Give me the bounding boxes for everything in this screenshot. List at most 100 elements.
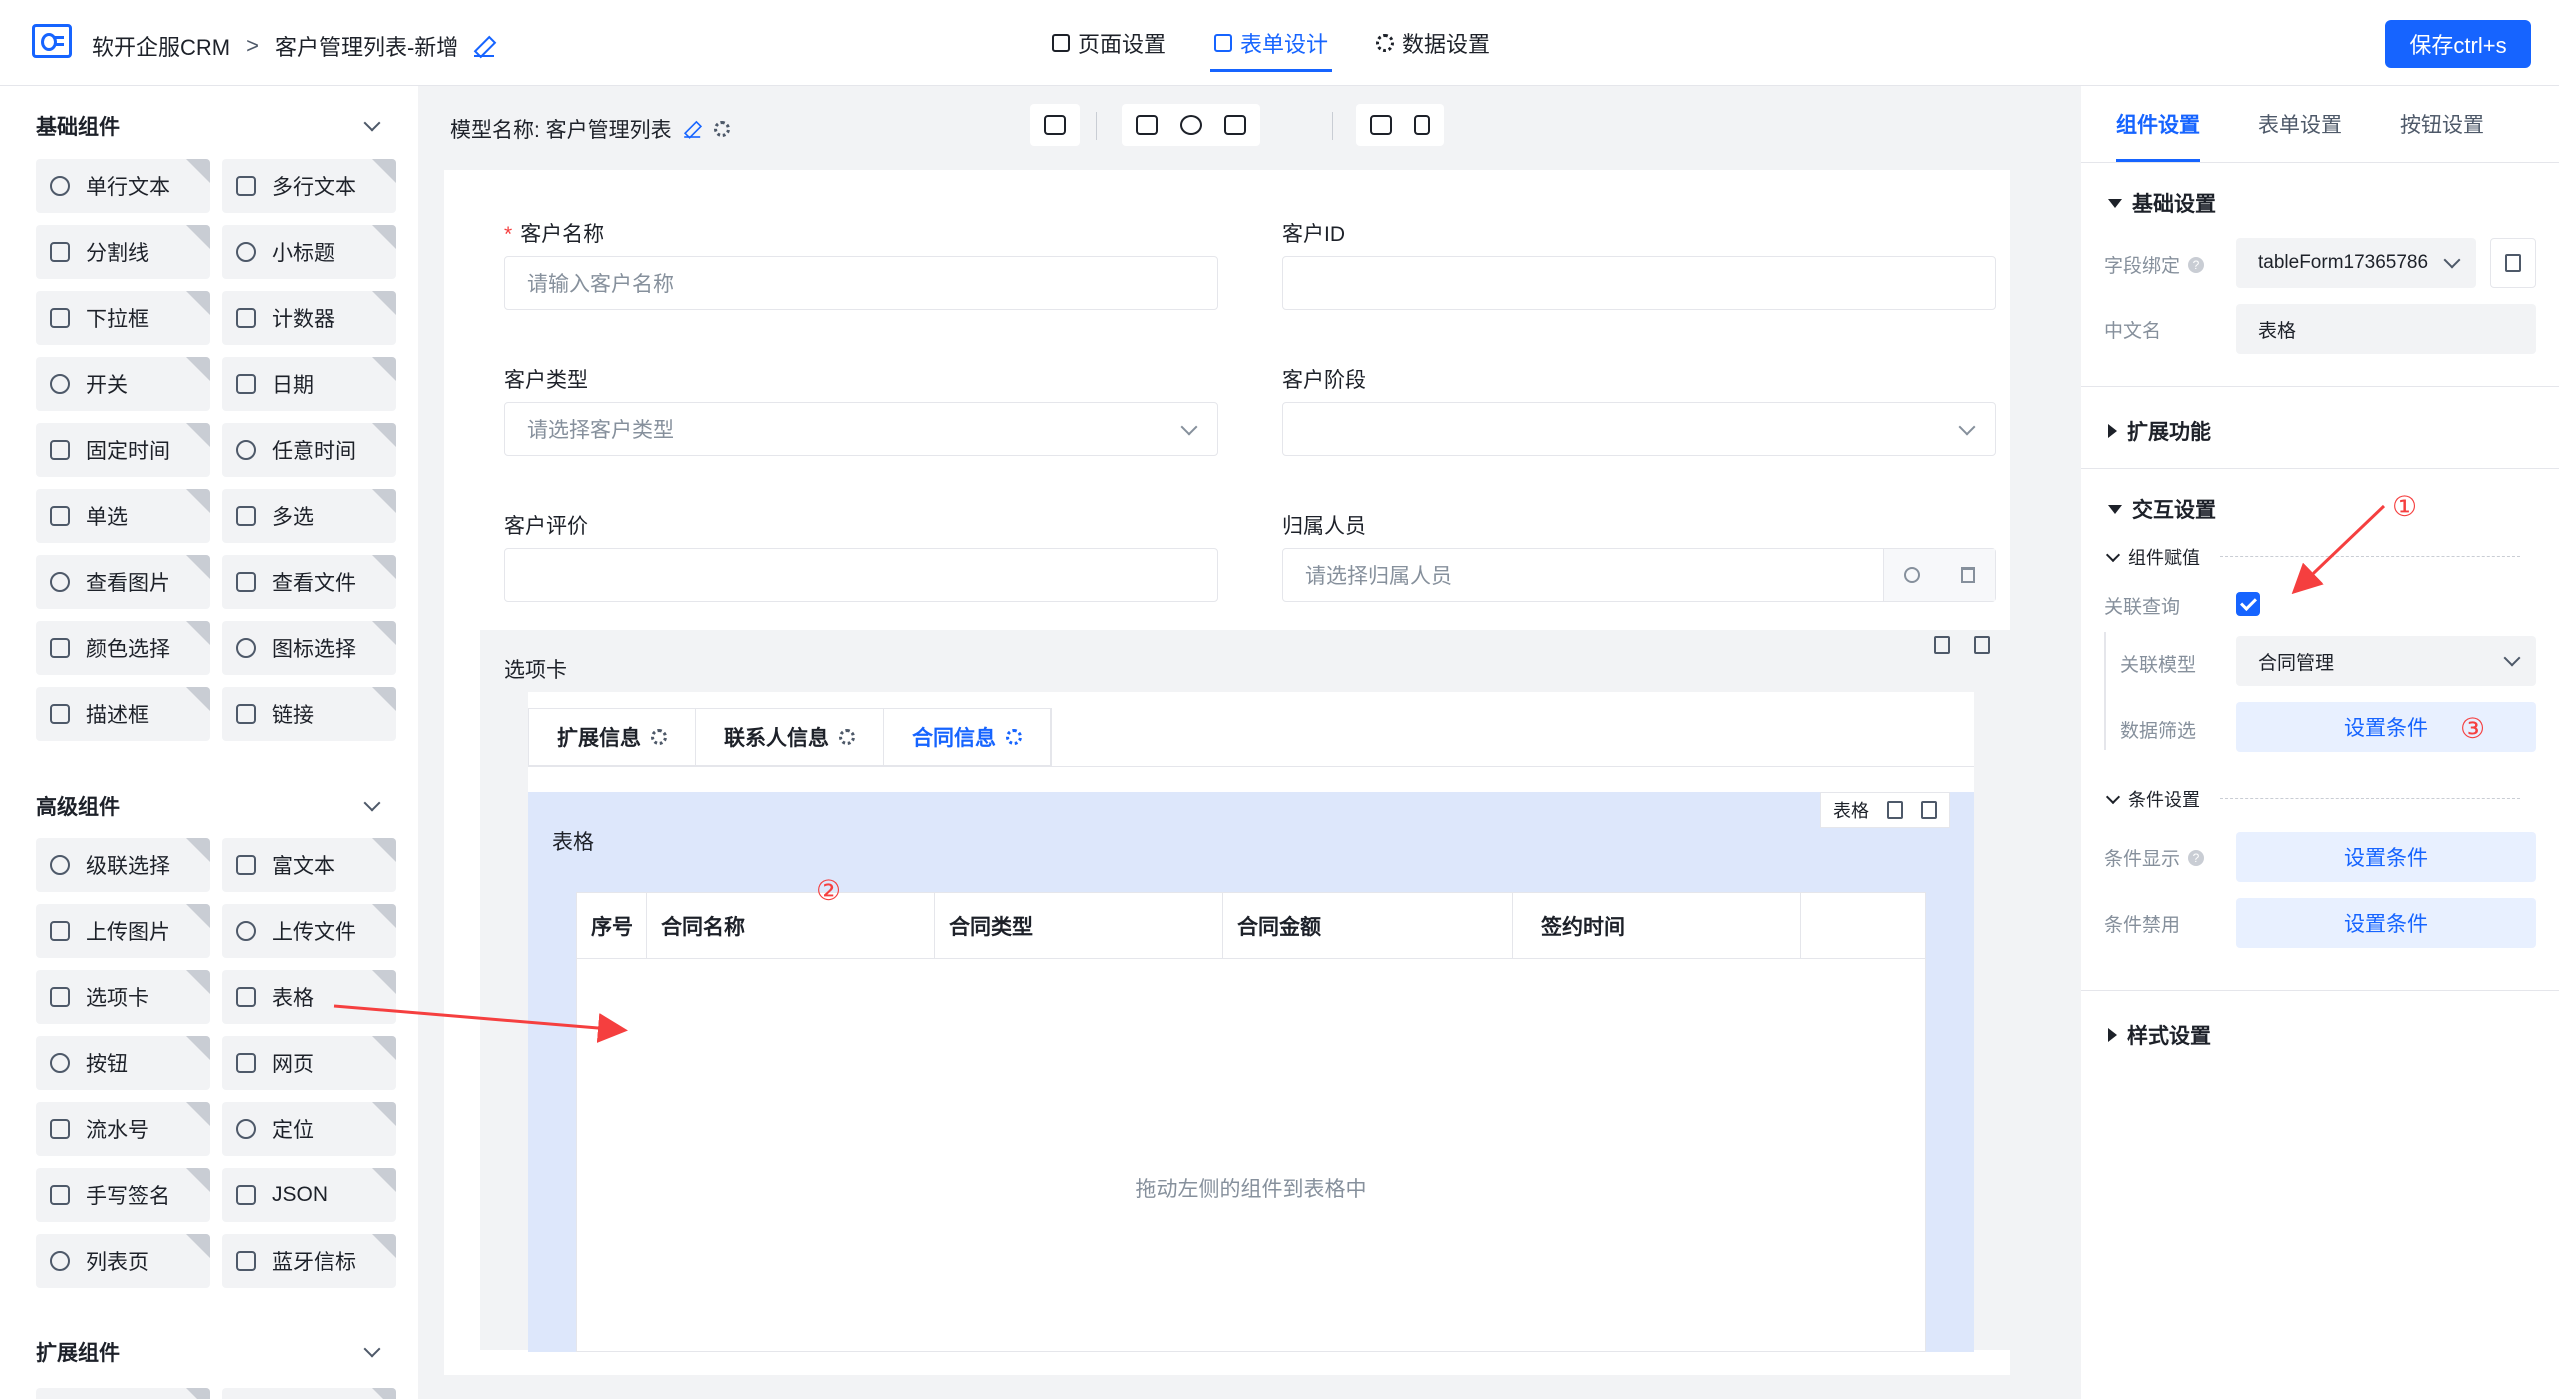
broom-icon[interactable] xyxy=(1044,115,1066,135)
section-title: 交互设置 xyxy=(2132,499,2216,522)
sidebar-component[interactable]: 固定时间 xyxy=(36,423,210,477)
save-button[interactable]: 保存ctrl+s xyxy=(2385,20,2531,68)
component-label: 级联选择 xyxy=(86,855,170,878)
customer-name-input[interactable]: 请输入客户名称 xyxy=(504,256,1218,310)
sidebar-component[interactable]: 富文本 xyxy=(222,838,396,892)
copy-icon[interactable] xyxy=(1887,801,1903,819)
group-advanced-header[interactable]: 高级组件 xyxy=(36,786,388,826)
section-extend[interactable]: 扩展功能 xyxy=(2108,416,2211,446)
help-icon[interactable]: ? xyxy=(2188,256,2205,273)
sidebar-component[interactable]: 颜色选择 xyxy=(36,621,210,675)
tab-data-settings[interactable]: 数据设置 xyxy=(1372,0,1494,86)
gear-icon[interactable] xyxy=(1006,729,1022,745)
section-interaction[interactable]: 交互设置 xyxy=(2108,494,2216,524)
group-extension-header[interactable]: 扩展组件 xyxy=(36,1332,388,1372)
sidebar-component[interactable]: 多行文本 xyxy=(222,159,396,213)
sidebar-component[interactable]: 单行文本 xyxy=(36,159,210,213)
sidebar-component[interactable]: 上传文件 xyxy=(222,904,396,958)
component-icon xyxy=(236,440,256,460)
component-label: 上传图片 xyxy=(86,921,170,944)
sidebar-component[interactable]: 日期 xyxy=(222,357,396,411)
customer-rating-input[interactable] xyxy=(504,548,1218,602)
tab-button-settings[interactable]: 按钮设置 xyxy=(2400,86,2484,162)
tab-form-settings[interactable]: 表单设置 xyxy=(2258,86,2342,162)
trash-icon[interactable] xyxy=(1960,567,1975,583)
dashed-divider xyxy=(2220,798,2520,799)
table-component-actions: 表格 xyxy=(1820,792,1950,828)
sidebar-component[interactable]: 定位 xyxy=(222,1102,396,1156)
search-icon[interactable] xyxy=(1904,567,1921,583)
sidebar-component[interactable]: 上传图片 xyxy=(36,904,210,958)
sidebar-component[interactable]: 计数器 xyxy=(222,291,396,345)
tab-component-settings[interactable]: 组件设置 xyxy=(2116,86,2200,162)
desktop-icon[interactable] xyxy=(1370,115,1392,135)
sidebar-component[interactable]: 表格 xyxy=(222,970,396,1024)
link-icon[interactable] xyxy=(1180,115,1202,135)
breadcrumb-app[interactable]: 软开企服CRM xyxy=(92,30,230,62)
sidebar-component[interactable]: 小标题 xyxy=(222,225,396,279)
sidebar-component[interactable]: 流水号 xyxy=(36,1102,210,1156)
sidebar-component[interactable]: 查看文件 xyxy=(222,555,396,609)
tab-label: 表单设计 xyxy=(1240,32,1329,57)
customer-type-select[interactable]: 请选择客户类型 xyxy=(504,402,1218,456)
sidebar-component[interactable]: 链接 xyxy=(222,687,396,741)
sidebar-component[interactable]: 图标选择 xyxy=(222,621,396,675)
sidebar-component[interactable]: 任意时间 xyxy=(222,423,396,477)
tab-extension-info[interactable]: 扩展信息 xyxy=(529,709,696,765)
tab-contact-info[interactable]: 联系人信息 xyxy=(696,709,884,765)
data-filter-set-condition-button[interactable]: 设置条件 xyxy=(2236,702,2536,752)
owner-picker[interactable]: 请选择归属人员 xyxy=(1282,548,1996,602)
copy-binding-button[interactable] xyxy=(2490,238,2536,288)
gear-icon[interactable] xyxy=(713,121,730,137)
trash-icon[interactable] xyxy=(1921,801,1937,819)
help-icon[interactable]: ? xyxy=(2188,849,2205,866)
related-model-label: 关联模型 xyxy=(2120,655,2197,676)
sidebar-component[interactable]: 查看图片 xyxy=(36,555,210,609)
edit-icon[interactable] xyxy=(683,120,702,138)
sidebar-component[interactable]: 按钮 xyxy=(36,1036,210,1090)
mobile-icon[interactable] xyxy=(1414,115,1430,135)
sidebar-component[interactable]: 下拉框 xyxy=(36,291,210,345)
tab-page-settings[interactable]: 页面设置 xyxy=(1048,0,1170,86)
sidebar-component[interactable]: 列表页 xyxy=(36,1234,210,1288)
trash-icon[interactable] xyxy=(1974,636,1990,654)
tab-contract-info[interactable]: 合同信息 xyxy=(884,709,1051,765)
sidebar-component[interactable]: 选项卡 xyxy=(36,970,210,1024)
sidebar-component[interactable]: 网页 xyxy=(222,1036,396,1090)
cond-disable-set-condition-button[interactable]: 设置条件 xyxy=(2236,898,2536,948)
section-basic-settings[interactable]: 基础设置 xyxy=(2108,188,2216,218)
preview-icon[interactable] xyxy=(1224,115,1246,135)
related-query-checkbox[interactable] xyxy=(2236,592,2260,616)
subsection-condition[interactable]: 条件设置 xyxy=(2105,786,2200,812)
sidebar-component[interactable]: 多选 xyxy=(222,489,396,543)
group-basic-header[interactable]: 基础组件 xyxy=(36,106,388,146)
magic-wand-icon[interactable] xyxy=(1136,115,1158,135)
sidebar-component[interactable] xyxy=(222,1388,396,1399)
section-style[interactable]: 样式设置 xyxy=(2108,1020,2211,1050)
field-binding-value: tableForm17365786 xyxy=(2258,252,2429,273)
component-icon xyxy=(236,242,256,262)
sidebar-component[interactable]: 开关 xyxy=(36,357,210,411)
sidebar-component[interactable]: 描述框 xyxy=(36,687,210,741)
customer-stage-select[interactable] xyxy=(1282,402,1996,456)
cond-show-set-condition-button[interactable]: 设置条件 xyxy=(2236,832,2536,882)
sidebar-component[interactable]: 手写签名 xyxy=(36,1168,210,1222)
sidebar-component[interactable]: JSON xyxy=(222,1168,396,1222)
sidebar-component[interactable]: 分割线 xyxy=(36,225,210,279)
copy-icon[interactable] xyxy=(1934,636,1950,654)
cn-name-input[interactable]: 表格 xyxy=(2236,304,2536,354)
field-binding-select[interactable]: tableForm17365786 xyxy=(2236,238,2476,288)
gear-icon[interactable] xyxy=(839,729,855,745)
caret-right-icon xyxy=(2108,1028,2117,1042)
sidebar-component[interactable] xyxy=(36,1388,210,1399)
gear-icon[interactable] xyxy=(651,729,667,745)
section-title: 样式设置 xyxy=(2127,1025,2211,1048)
related-model-select[interactable]: 合同管理 xyxy=(2236,636,2536,686)
edit-name-icon[interactable] xyxy=(474,35,496,57)
tab-form-design[interactable]: 表单设计 xyxy=(1210,0,1333,86)
sidebar-component[interactable]: 级联选择 xyxy=(36,838,210,892)
sidebar-component[interactable]: 单选 xyxy=(36,489,210,543)
sidebar-component[interactable]: 蓝牙信标 xyxy=(222,1234,396,1288)
subsection-assign[interactable]: 组件赋值 xyxy=(2105,544,2200,570)
customer-id-input[interactable] xyxy=(1282,256,1996,310)
